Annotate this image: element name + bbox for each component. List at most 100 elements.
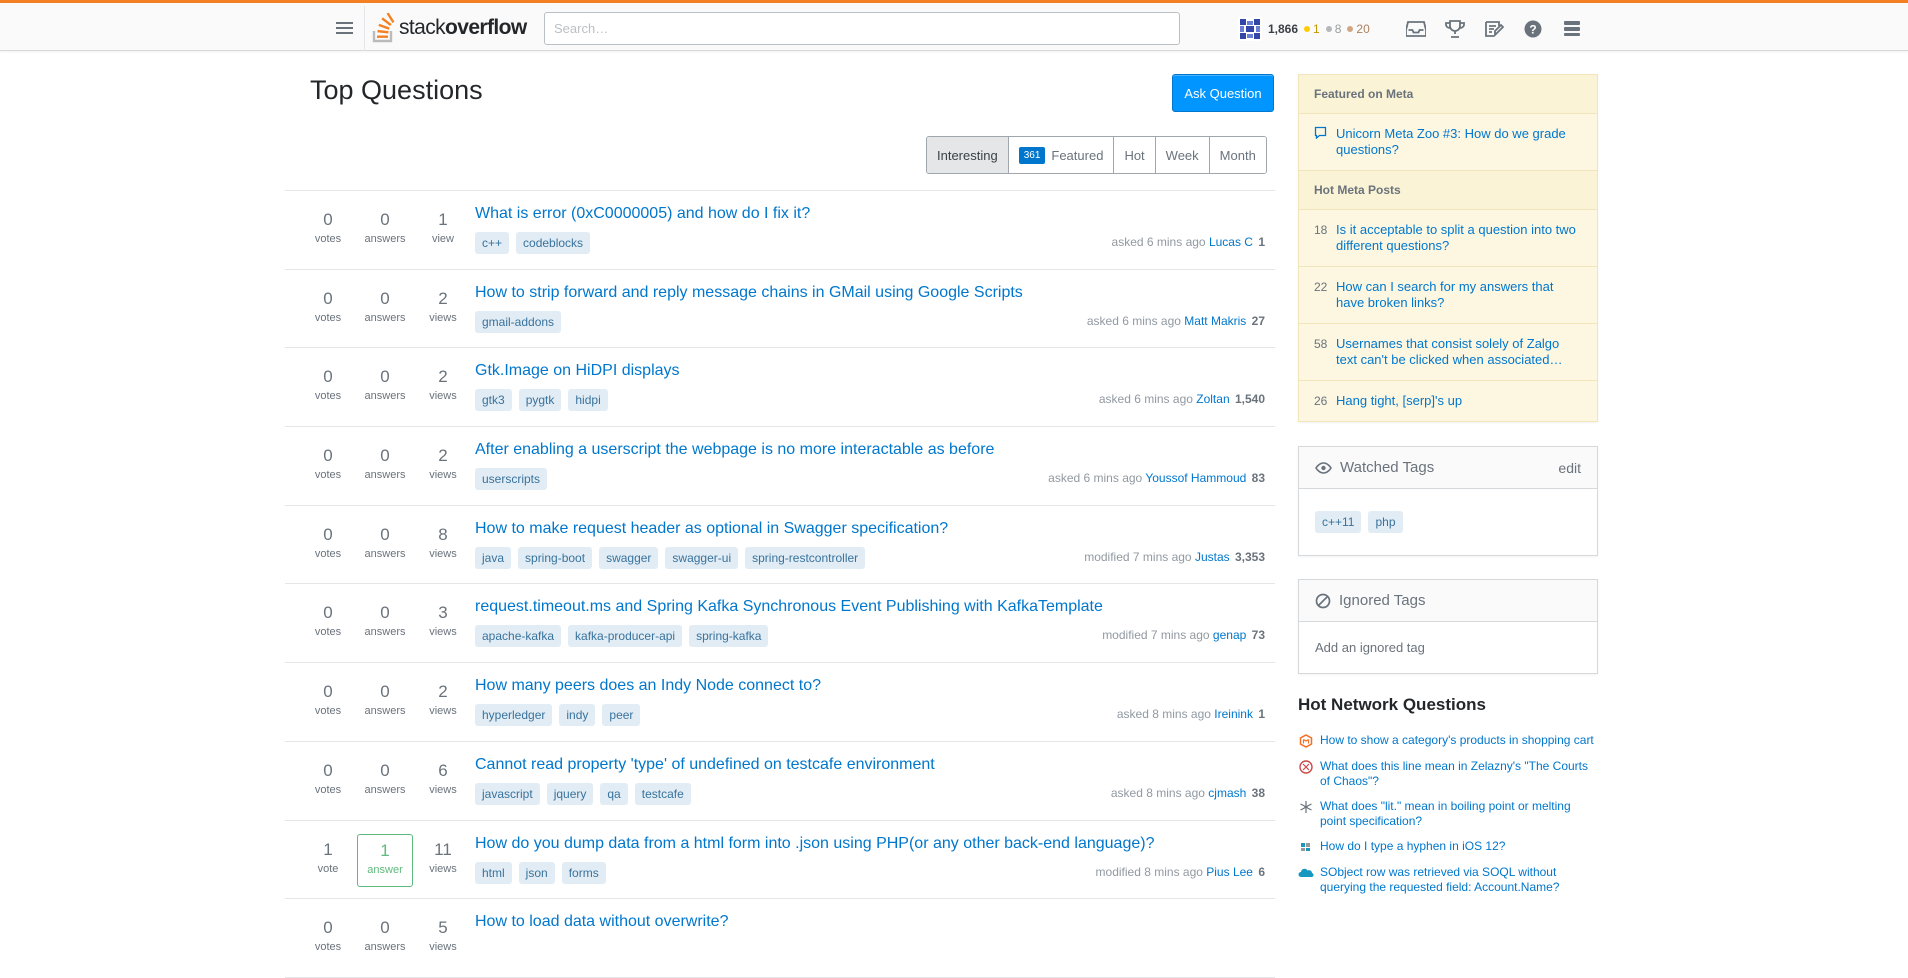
achievements-icon[interactable] xyxy=(1435,13,1474,45)
question-tag[interactable]: json xyxy=(518,861,555,884)
featured-meta-link[interactable]: Unicorn Meta Zoo #3: How do we grade que… xyxy=(1336,126,1582,158)
question-tag[interactable]: gmail-addons xyxy=(475,310,562,333)
question-tag[interactable]: spring-kafka xyxy=(689,625,769,648)
add-ignored-tag-link[interactable]: Add an ignored tag xyxy=(1299,622,1597,673)
edit-watched-tags-link[interactable]: edit xyxy=(1558,460,1581,476)
hot-network-question-link[interactable]: How to show a category's products in sho… xyxy=(1320,733,1594,749)
question-tag[interactable]: spring-restcontroller xyxy=(745,546,866,569)
question-title-link[interactable]: After enabling a userscript the webpage … xyxy=(475,441,994,459)
tab-week[interactable]: Week xyxy=(1155,137,1210,173)
user-link[interactable]: Pius Lee xyxy=(1206,865,1253,879)
question-title-link[interactable]: How do you dump data from a html form in… xyxy=(475,835,1154,853)
question-tag[interactable]: apache-kafka xyxy=(475,625,562,648)
tab-featured[interactable]: 361 Featured xyxy=(1008,137,1115,173)
hot-network-question: How to show a category's products in sho… xyxy=(1298,733,1598,749)
view-count: 6 views xyxy=(415,761,471,797)
tab-hot[interactable]: Hot xyxy=(1114,137,1156,173)
menu-icon[interactable] xyxy=(322,9,366,47)
topbar-icons: ? xyxy=(1396,13,1591,45)
question-tag[interactable]: gtk3 xyxy=(475,389,512,412)
question-tag[interactable]: html xyxy=(475,861,512,884)
question-tag[interactable]: qa xyxy=(600,782,628,805)
question-tag[interactable]: c++ xyxy=(475,232,510,254)
user-link[interactable]: Justas xyxy=(1195,550,1230,564)
ask-question-button[interactable]: Ask Question xyxy=(1172,74,1274,112)
vote-count-value: 0 xyxy=(323,918,333,938)
bronze-badge-value: 20 xyxy=(1356,22,1370,36)
question-tag[interactable]: jquery xyxy=(546,782,594,805)
hot-network-question-link[interactable]: What does this line mean in Zelazny's "T… xyxy=(1320,759,1598,789)
featured-meta-header: Featured on Meta xyxy=(1299,75,1597,114)
question-tag[interactable]: codeblocks xyxy=(516,232,591,254)
user-reputation: 38 xyxy=(1251,785,1265,800)
svg-text:?: ? xyxy=(1529,23,1536,37)
user-link[interactable]: genap xyxy=(1213,628,1246,642)
site-switcher-icon[interactable] xyxy=(1552,13,1591,45)
hot-network-question-link[interactable]: SObject row was retrieved via SOQL witho… xyxy=(1320,865,1598,895)
hot-network-question-link[interactable]: What does "lit." mean in boiling point o… xyxy=(1320,799,1598,829)
view-count: 2 views xyxy=(415,446,471,482)
view-count: 1 view xyxy=(415,210,471,246)
view-count-label: views xyxy=(429,862,457,875)
vote-count-value: 0 xyxy=(323,603,333,623)
question-title-link[interactable]: request.timeout.ms and Spring Kafka Sync… xyxy=(475,598,1103,616)
site-logo[interactable]: stackoverflow xyxy=(372,11,527,45)
user-link[interactable]: cjmash xyxy=(1208,786,1246,800)
question-title-link[interactable]: How to load data without overwrite? xyxy=(475,913,728,931)
question-tags: userscripts xyxy=(475,468,548,491)
user-card[interactable]: 1,866 1 8 20 xyxy=(1238,13,1370,45)
question-tag[interactable]: kafka-producer-api xyxy=(568,625,683,648)
question-title-link[interactable]: Gtk.Image on HiDPI displays xyxy=(475,362,680,380)
question-tag[interactable]: testcafe xyxy=(634,782,691,805)
vote-count-label: votes xyxy=(314,311,342,324)
question-tag[interactable]: pygtk xyxy=(518,389,562,412)
question-title-link[interactable]: How many peers does an Indy Node connect… xyxy=(475,677,821,695)
question-row: 0 votes 0 answers 8 views How to make re… xyxy=(285,506,1275,585)
review-icon[interactable] xyxy=(1474,13,1513,45)
view-count-value: 2 xyxy=(438,288,448,308)
question-tag[interactable]: hyperledger xyxy=(475,704,553,727)
hot-network-question-link[interactable]: How do I type a hyphen in iOS 12? xyxy=(1320,839,1505,855)
question-title-link[interactable]: How to strip forward and reply message c… xyxy=(475,284,1023,302)
user-link[interactable]: Zoltan xyxy=(1196,392,1229,406)
hot-meta-link[interactable]: Hang tight, [serp]'s up xyxy=(1336,393,1462,409)
avatar[interactable] xyxy=(1238,17,1262,41)
view-count-label: views xyxy=(429,783,457,796)
question-filter-tabs: Interesting 361 Featured Hot Week Month xyxy=(926,136,1267,174)
vote-count: 0 votes xyxy=(300,525,356,561)
help-icon[interactable]: ? xyxy=(1513,13,1552,45)
divider xyxy=(364,6,365,51)
question-tag[interactable]: swagger xyxy=(599,546,659,569)
hot-meta-link[interactable]: Is it acceptable to split a question int… xyxy=(1336,222,1582,254)
user-link[interactable]: Youssof Hammoud xyxy=(1145,471,1246,485)
hot-meta-link[interactable]: How can I search for my answers that hav… xyxy=(1336,279,1582,311)
user-link[interactable]: Lucas C xyxy=(1209,235,1253,249)
question-title-link[interactable]: What is error (0xC0000005) and how do I … xyxy=(475,205,810,223)
watched-tag[interactable]: c++11 xyxy=(1315,511,1362,533)
hot-meta-item: 26 Hang tight, [serp]'s up xyxy=(1299,381,1597,421)
question-tag[interactable]: indy xyxy=(559,704,596,727)
question-tag[interactable]: hidpi xyxy=(568,389,608,412)
question-tag[interactable]: java xyxy=(475,546,512,569)
tab-month[interactable]: Month xyxy=(1209,137,1266,173)
question-tag[interactable]: javascript xyxy=(475,782,540,805)
hot-network-question: What does this line mean in Zelazny's "T… xyxy=(1298,759,1598,789)
hot-meta-link[interactable]: Usernames that consist solely of Zalgo t… xyxy=(1336,336,1582,368)
inbox-icon[interactable] xyxy=(1396,13,1435,45)
vote-count: 0 votes xyxy=(300,918,356,954)
tab-interesting[interactable]: Interesting xyxy=(927,137,1009,173)
question-tag[interactable]: peer xyxy=(602,704,641,727)
answer-count-label: answers xyxy=(364,941,406,954)
question-tag[interactable]: spring-boot xyxy=(518,546,593,569)
question-title-link[interactable]: How to make request header as optional i… xyxy=(475,520,948,538)
gold-badge-count: 1 xyxy=(1304,22,1320,36)
question-title-link[interactable]: Cannot read property 'type' of undefined… xyxy=(475,756,935,774)
user-link[interactable]: Matt Makris xyxy=(1184,314,1246,328)
question-tag[interactable]: swagger-ui xyxy=(665,546,739,569)
search-input[interactable] xyxy=(544,12,1180,45)
question-tag[interactable]: forms xyxy=(561,861,606,884)
user-link[interactable]: Ireinink xyxy=(1214,707,1253,721)
view-count-label: views xyxy=(429,941,457,954)
question-tag[interactable]: userscripts xyxy=(475,468,548,491)
watched-tag[interactable]: php xyxy=(1368,511,1403,533)
